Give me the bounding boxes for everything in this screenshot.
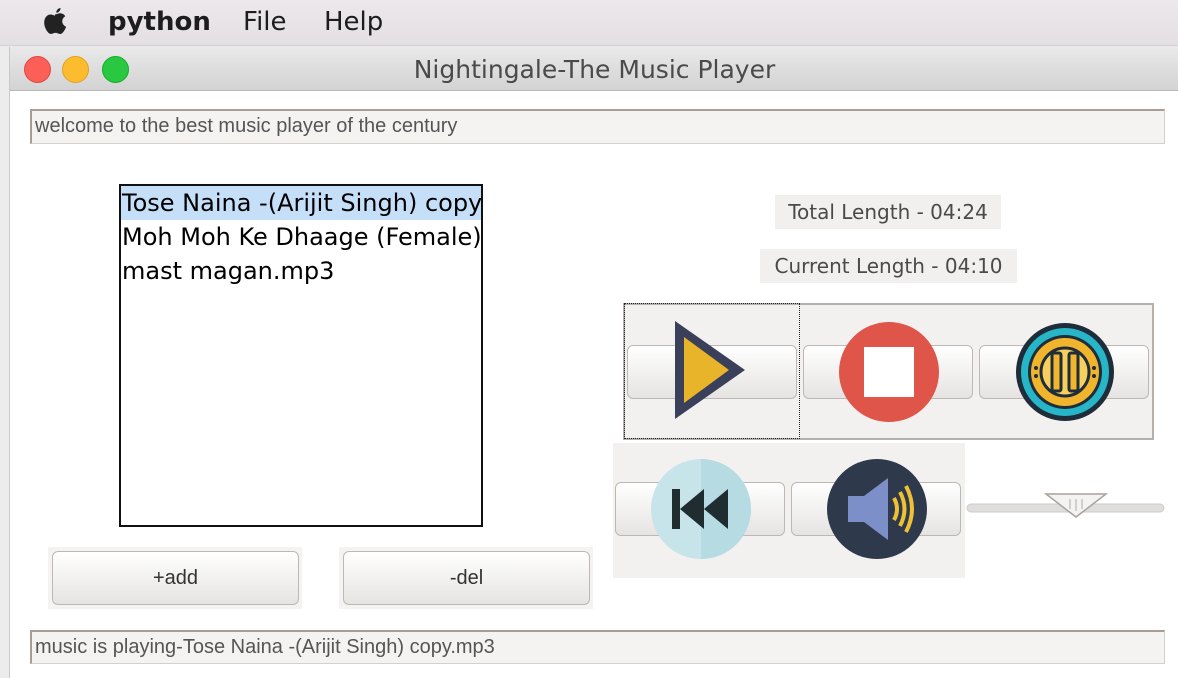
play-icon bbox=[675, 321, 745, 419]
menu-file[interactable]: File bbox=[243, 7, 287, 37]
delete-song-button-label: -del bbox=[449, 567, 484, 589]
title-bar[interactable]: Nightingale-The Music Player bbox=[10, 47, 1178, 91]
menu-help[interactable]: Help bbox=[324, 7, 383, 37]
status-text-field[interactable]: music is playing-Tose Naina -(Arijit Sin… bbox=[30, 630, 1165, 664]
add-song-button[interactable]: +add bbox=[52, 551, 299, 605]
pause-icon bbox=[1016, 323, 1114, 421]
delete-song-button[interactable]: -del bbox=[343, 551, 590, 605]
menu-bar: python File Help bbox=[0, 0, 1178, 46]
window-title: Nightingale-The Music Player bbox=[413, 55, 776, 84]
welcome-text-field[interactable]: welcome to the best music player of the … bbox=[30, 109, 1165, 144]
stop-icon bbox=[839, 322, 939, 422]
current-length-label: Current Length - 04:10 bbox=[760, 249, 1017, 283]
playlist-item[interactable]: Moh Moh Ke Dhaage (Female).mp3 bbox=[121, 220, 481, 254]
volume-slider[interactable] bbox=[966, 491, 1165, 525]
apple-logo-icon[interactable] bbox=[40, 6, 70, 38]
add-song-button-label: +add bbox=[152, 567, 199, 589]
menu-app-name[interactable]: python bbox=[108, 7, 211, 37]
content-area: welcome to the best music player of the … bbox=[10, 91, 1178, 678]
speaker-icon bbox=[827, 459, 927, 559]
playlist-item[interactable]: mast magan.mp3 bbox=[121, 254, 481, 288]
app-window: Nightingale-The Music Player welcome to … bbox=[9, 47, 1178, 678]
playlist-item[interactable]: Tose Naina -(Arijit Singh) copy.mp3 bbox=[121, 186, 481, 220]
rewind-icon bbox=[651, 459, 751, 559]
total-length-label: Total Length - 04:24 bbox=[775, 195, 1001, 229]
playlist-listbox[interactable]: Tose Naina -(Arijit Singh) copy.mp3 Moh … bbox=[119, 184, 483, 527]
